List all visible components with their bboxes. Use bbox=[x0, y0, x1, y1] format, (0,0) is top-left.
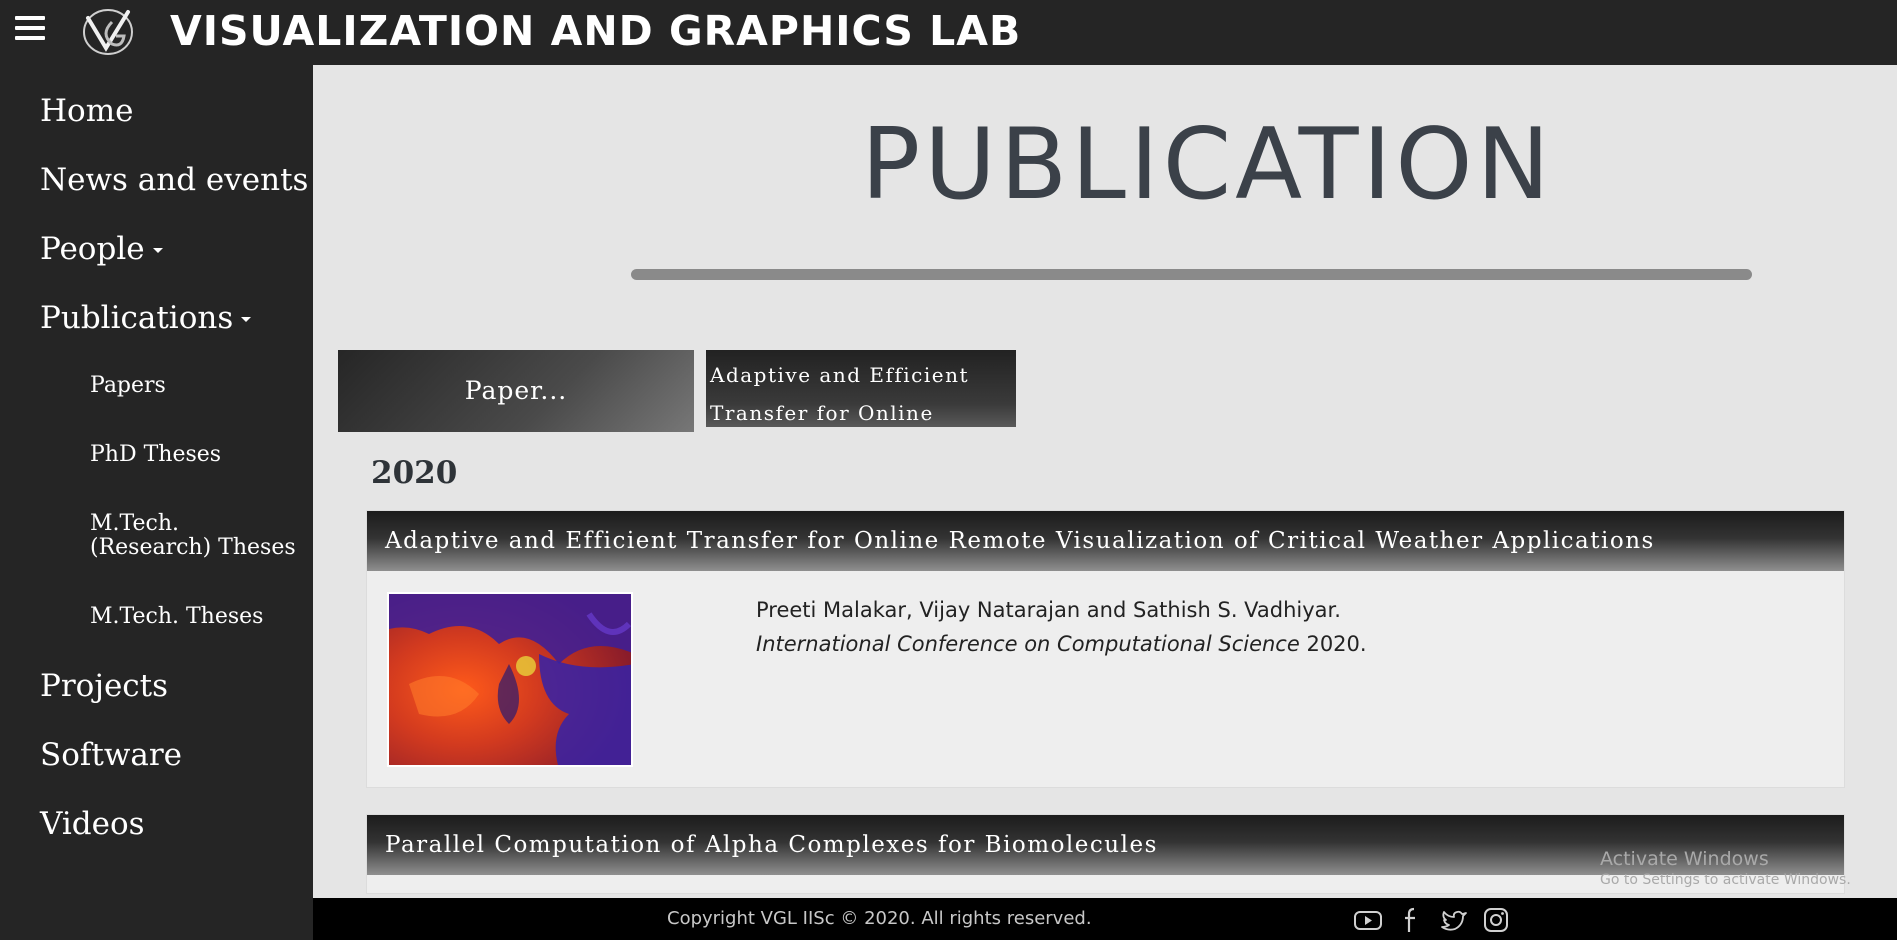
paper-filter-button[interactable]: Paper... bbox=[338, 350, 694, 432]
windows-activation-watermark: Activate Windows Go to Settings to activ… bbox=[1600, 847, 1851, 889]
sidebar-item-mtech-research-theses[interactable]: M.Tech. (Research) Theses bbox=[90, 512, 305, 560]
twitter-icon[interactable] bbox=[1439, 906, 1469, 934]
caret-down-icon bbox=[241, 317, 252, 322]
publication-venue-year: 2020. bbox=[1306, 632, 1367, 656]
publication-venue-line: International Conference on Computationa… bbox=[756, 627, 1367, 661]
publication-title[interactable]: Adaptive and Efficient Transfer for Onli… bbox=[367, 511, 1844, 571]
sidebar-item-papers[interactable]: Papers bbox=[90, 374, 166, 398]
page-title: PUBLICATION bbox=[861, 108, 1554, 222]
sidebar: Home News and events People Publications… bbox=[0, 65, 313, 940]
sidebar-item-home[interactable]: Home bbox=[40, 92, 133, 130]
search-input[interactable]: Adaptive and Efficient Transfer for Onli… bbox=[706, 350, 1016, 427]
sidebar-item-publications[interactable]: Publications bbox=[40, 299, 252, 337]
sidebar-item-mtech-theses[interactable]: M.Tech. Theses bbox=[90, 605, 263, 629]
sidebar-item-videos[interactable]: Videos bbox=[40, 805, 145, 843]
vgl-logo[interactable] bbox=[78, 4, 138, 60]
sidebar-item-people[interactable]: People bbox=[40, 230, 163, 268]
publication-card: Adaptive and Efficient Transfer for Onli… bbox=[366, 510, 1845, 788]
sidebar-item-news-and-events[interactable]: News and events bbox=[40, 161, 308, 199]
caret-down-icon bbox=[152, 248, 163, 253]
sidebar-item-label: People bbox=[40, 231, 145, 267]
lab-title[interactable]: VISUALIZATION AND GRAPHICS LAB bbox=[170, 6, 1021, 56]
hamburger-icon[interactable] bbox=[15, 16, 45, 46]
sidebar-item-phd-theses[interactable]: PhD Theses bbox=[90, 443, 221, 467]
publication-thumbnail[interactable] bbox=[387, 592, 633, 767]
top-bar: VISUALIZATION AND GRAPHICS LAB bbox=[0, 0, 1897, 65]
watermark-subtitle: Go to Settings to activate Windows. bbox=[1600, 872, 1851, 888]
title-divider bbox=[631, 269, 1752, 280]
facebook-icon[interactable] bbox=[1396, 906, 1426, 934]
sidebar-item-software[interactable]: Software bbox=[40, 736, 182, 774]
publication-details: Preeti Malakar, Vijay Natarajan and Sath… bbox=[756, 593, 1367, 661]
publication-authors: Preeti Malakar, Vijay Natarajan and Sath… bbox=[756, 598, 1341, 622]
publication-venue: International Conference on Computationa… bbox=[756, 632, 1300, 656]
instagram-icon[interactable] bbox=[1481, 906, 1511, 934]
year-heading: 2020 bbox=[371, 455, 458, 491]
footer: Copyright VGL IISc © 2020. All rights re… bbox=[313, 898, 1897, 940]
sidebar-item-label: Publications bbox=[40, 300, 234, 336]
sidebar-item-projects[interactable]: Projects bbox=[40, 667, 168, 705]
watermark-title: Activate Windows bbox=[1600, 848, 1769, 870]
copyright-text: Copyright VGL IISc © 2020. All rights re… bbox=[667, 908, 1092, 929]
youtube-icon[interactable] bbox=[1353, 906, 1383, 934]
